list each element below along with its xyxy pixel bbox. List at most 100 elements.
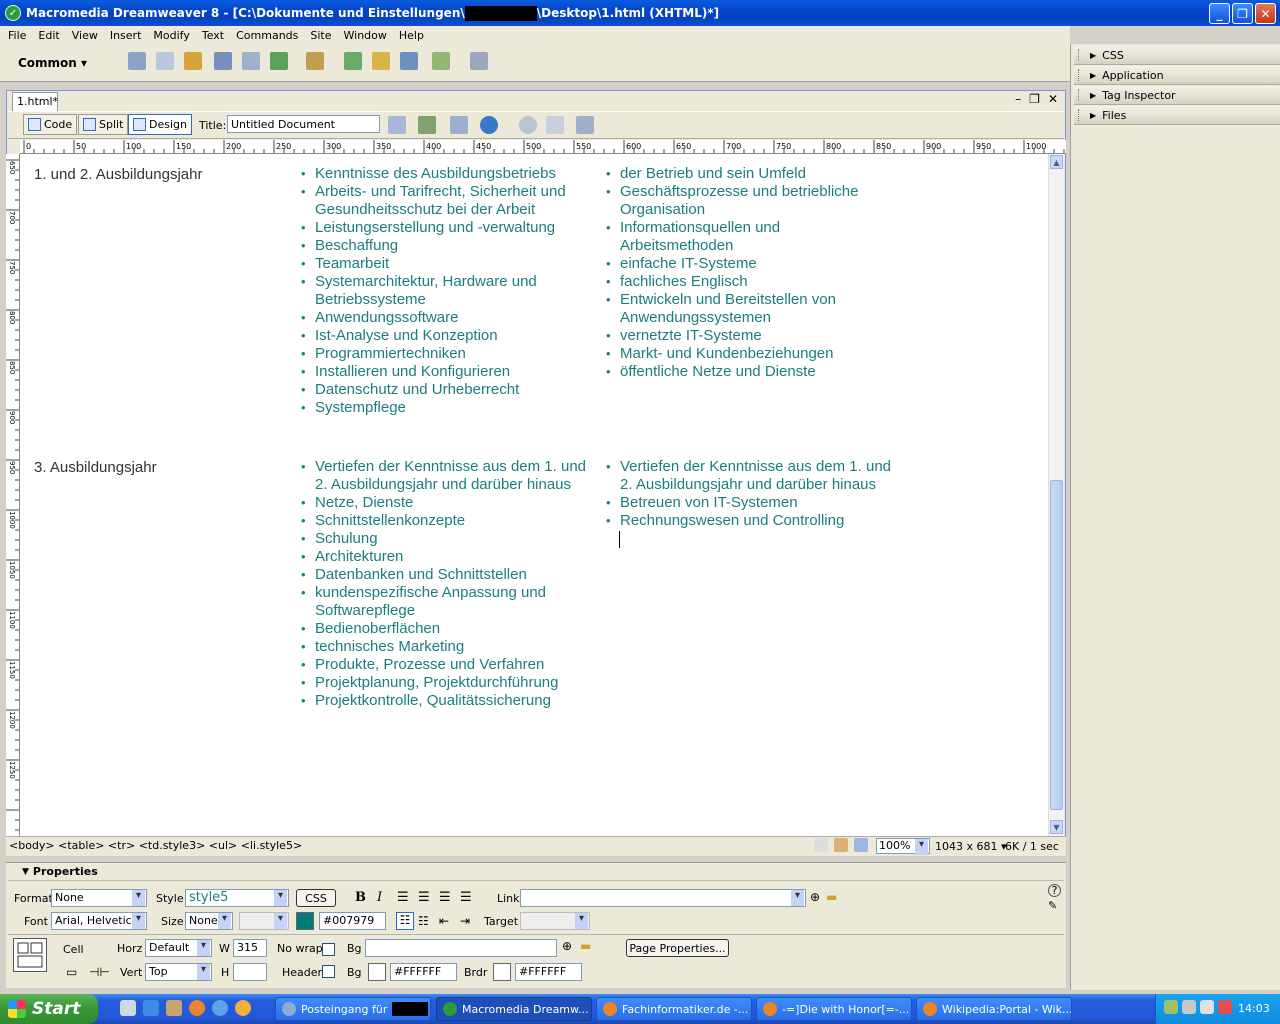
format-select[interactable]: None bbox=[51, 889, 147, 907]
bg-browse-folder-icon[interactable]: ▬ bbox=[580, 939, 591, 953]
design-view-button[interactable]: Design bbox=[128, 114, 192, 135]
show-desktop-icon[interactable] bbox=[120, 1000, 136, 1016]
align-left-icon[interactable]: ☰ bbox=[397, 890, 409, 905]
task-fachinformatiker[interactable]: Fachinformatiker.de -... bbox=[596, 997, 752, 1021]
font-select[interactable]: Arial, Helvetica bbox=[51, 912, 147, 930]
panel-css[interactable]: ▶ CSS bbox=[1074, 46, 1280, 65]
code-view-button[interactable]: Code bbox=[23, 114, 78, 135]
quicklaunch-clock-icon[interactable] bbox=[235, 1000, 251, 1016]
split-view-button[interactable]: Split bbox=[78, 114, 129, 135]
visual-aids-icon[interactable] bbox=[576, 116, 594, 134]
task-dreamweaver[interactable]: Macromedia Dreamw... bbox=[436, 997, 592, 1021]
menu-insert[interactable]: Insert bbox=[104, 29, 148, 42]
bg-point-to-file-icon[interactable]: ⊕ bbox=[562, 939, 572, 953]
templates-icon[interactable] bbox=[432, 52, 450, 70]
design-canvas[interactable]: 1. und 2. Ausbildungsjahr Kenntnisse des… bbox=[20, 154, 1048, 836]
named-anchor-icon[interactable] bbox=[184, 52, 202, 70]
browser-check-icon[interactable] bbox=[418, 116, 436, 134]
email-link-icon[interactable] bbox=[156, 52, 174, 70]
select-tool-icon[interactable] bbox=[814, 838, 828, 852]
vert-align-select[interactable]: Top bbox=[145, 963, 212, 981]
tag-selector[interactable]: <body> <table> <tr> <td.style3> <ul> <li… bbox=[9, 839, 302, 852]
menu-edit[interactable]: Edit bbox=[32, 29, 65, 42]
browse-folder-icon[interactable]: ▬ bbox=[826, 890, 837, 904]
close-button[interactable]: ✕ bbox=[1255, 3, 1276, 24]
start-button[interactable]: Start bbox=[0, 994, 98, 1024]
preview-in-browser-icon[interactable] bbox=[480, 116, 498, 134]
firefox-icon[interactable] bbox=[189, 1000, 205, 1016]
panel-tag-inspector[interactable]: ▶ Tag Inspector bbox=[1074, 86, 1280, 105]
task-die-with-honor[interactable]: -=]Die with Honor[=-... bbox=[756, 997, 912, 1021]
border-color-swatch[interactable] bbox=[493, 963, 511, 981]
quick-tag-editor-icon[interactable]: ✎ bbox=[1048, 899, 1057, 912]
text-color-swatch[interactable] bbox=[296, 912, 314, 930]
tray-security-icon[interactable] bbox=[1218, 1000, 1232, 1014]
page-properties-button[interactable]: Page Properties... bbox=[626, 939, 729, 957]
tray-volume-icon[interactable] bbox=[1200, 1000, 1214, 1014]
validate-icon[interactable] bbox=[388, 116, 406, 134]
align-right-icon[interactable]: ☰ bbox=[439, 890, 451, 905]
border-color-input[interactable]: #FFFFFF bbox=[515, 963, 582, 981]
text-color-input[interactable]: #007979 bbox=[319, 912, 386, 930]
media-icon[interactable] bbox=[306, 52, 324, 70]
doc-minimize-button[interactable]: – bbox=[1015, 92, 1021, 106]
ordered-list-icon[interactable]: ☷ bbox=[418, 914, 429, 928]
window-size[interactable]: 1043 x 681 ▾ bbox=[935, 840, 1007, 853]
split-cell-icon[interactable]: ⊣⊢ bbox=[89, 965, 110, 979]
italic-button[interactable]: I bbox=[377, 890, 382, 905]
point-to-file-icon[interactable]: ⊕ bbox=[810, 890, 820, 904]
doc-close-button[interactable]: ✕ bbox=[1048, 92, 1058, 106]
hyperlink-icon[interactable] bbox=[128, 52, 146, 70]
scroll-thumb[interactable] bbox=[1050, 480, 1063, 810]
date-icon[interactable] bbox=[344, 52, 362, 70]
tray-app-icon[interactable] bbox=[1182, 1000, 1196, 1014]
task-wikipedia[interactable]: Wikipedia:Portal - Wik... bbox=[916, 997, 1072, 1021]
zoom-tool-icon[interactable] bbox=[854, 838, 868, 852]
image-icon[interactable] bbox=[270, 52, 288, 70]
nowrap-checkbox[interactable] bbox=[322, 943, 335, 956]
width-input[interactable]: 315 bbox=[233, 939, 267, 957]
scroll-up-button[interactable]: ▲ bbox=[1050, 155, 1063, 169]
unordered-list-icon[interactable]: ☷ bbox=[396, 912, 414, 930]
document-tab[interactable]: 1.html* bbox=[12, 92, 58, 111]
minimize-button[interactable]: _ bbox=[1209, 3, 1230, 24]
size-select[interactable]: None bbox=[185, 912, 233, 930]
merge-cells-icon[interactable]: ▭ bbox=[66, 965, 77, 979]
align-center-icon[interactable]: ☰ bbox=[418, 890, 430, 905]
link-input[interactable] bbox=[520, 889, 806, 907]
text-outdent-icon[interactable]: ⇤ bbox=[439, 914, 449, 928]
insert-category-dropdown[interactable]: Common ▾ bbox=[18, 56, 87, 70]
comment-icon[interactable] bbox=[400, 52, 418, 70]
css-button[interactable]: CSS bbox=[296, 889, 336, 907]
menu-view[interactable]: View bbox=[66, 29, 104, 42]
text-indent-icon[interactable]: ⇥ bbox=[460, 914, 470, 928]
tray-network-icon[interactable] bbox=[1164, 1000, 1178, 1014]
menu-modify[interactable]: Modify bbox=[147, 29, 195, 42]
bold-button[interactable]: B bbox=[355, 890, 366, 905]
quicklaunch-app-icon[interactable] bbox=[166, 1000, 182, 1016]
justify-icon[interactable]: ☰ bbox=[460, 890, 472, 905]
panel-application[interactable]: ▶ Application bbox=[1074, 66, 1280, 85]
style-select[interactable]: style5 bbox=[185, 889, 289, 907]
menu-help[interactable]: Help bbox=[393, 29, 430, 42]
height-input[interactable] bbox=[233, 963, 267, 981]
internet-explorer-icon[interactable] bbox=[143, 1000, 159, 1016]
refresh-icon[interactable] bbox=[519, 116, 537, 134]
horz-align-select[interactable]: Default bbox=[145, 939, 212, 957]
menu-window[interactable]: Window bbox=[338, 29, 393, 42]
doc-restore-button[interactable]: ❐ bbox=[1029, 92, 1040, 106]
restore-button[interactable]: ❐ bbox=[1232, 3, 1253, 24]
help-icon[interactable]: ? bbox=[1048, 884, 1061, 897]
header-checkbox[interactable] bbox=[322, 965, 335, 978]
layer-icon[interactable] bbox=[242, 52, 260, 70]
hand-tool-icon[interactable] bbox=[834, 838, 848, 852]
menu-text[interactable]: Text bbox=[196, 29, 230, 42]
menu-commands[interactable]: Commands bbox=[230, 29, 304, 42]
file-management-icon[interactable] bbox=[450, 116, 468, 134]
media-player-icon[interactable] bbox=[212, 1000, 228, 1016]
properties-header[interactable]: ▼ Properties bbox=[8, 863, 1064, 881]
view-options-icon[interactable] bbox=[546, 116, 564, 134]
document-title-input[interactable] bbox=[227, 115, 380, 133]
panel-files[interactable]: ▶ Files bbox=[1074, 106, 1280, 125]
server-side-include-icon[interactable] bbox=[372, 52, 390, 70]
